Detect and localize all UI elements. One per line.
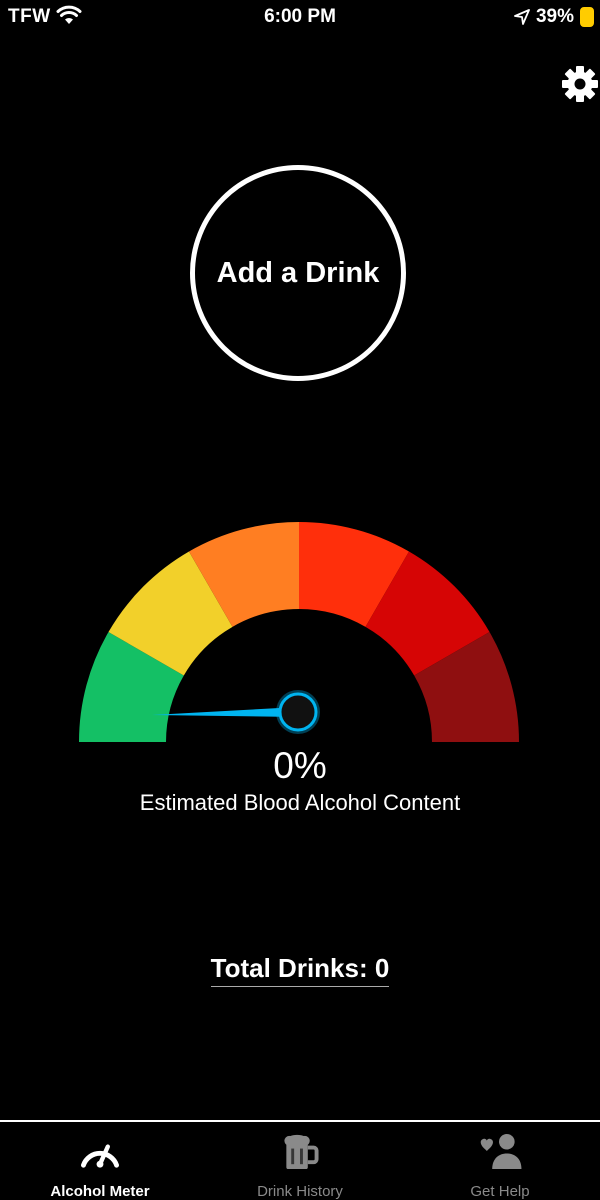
tab-alcohol-meter[interactable]: Alcohol Meter: [0, 1122, 200, 1200]
person-heart-icon: [480, 1133, 522, 1170]
tab-label: Alcohol Meter: [50, 1183, 150, 1200]
tab-bar: Alcohol Meter Drink History Get Help: [0, 1120, 600, 1200]
tab-label: Drink History: [257, 1183, 343, 1200]
battery-percent: 39%: [535, 6, 574, 27]
tab-label: Get Help: [470, 1183, 530, 1200]
tab-get-help[interactable]: Get Help: [400, 1122, 600, 1200]
gauge-needle: [152, 690, 320, 734]
bac-label: Estimated Blood Alcohol Content: [139, 790, 461, 815]
status-bar: TFW 6:00 PM 39%: [0, 0, 600, 36]
bac-value: 0%: [273, 745, 327, 786]
total-drinks-row: Total Drinks: 0: [0, 953, 600, 987]
settings-button[interactable]: [560, 62, 600, 106]
add-drink-label: Add a Drink: [216, 256, 380, 289]
add-drink-button[interactable]: Add a Drink: [190, 165, 406, 381]
beer-mug-icon: [284, 1134, 319, 1170]
speedometer-icon: [80, 1144, 120, 1168]
right-status-group: 39%: [514, 4, 594, 30]
clock: 6:00 PM: [264, 6, 336, 27]
battery-icon: [580, 7, 594, 27]
gear-icon: [562, 66, 598, 102]
total-drinks-link[interactable]: Total Drinks: 0: [210, 953, 390, 987]
location-arrow-icon: [514, 9, 530, 25]
bac-gauge: [79, 522, 519, 742]
needle-hub: [278, 692, 318, 732]
tab-drink-history[interactable]: Drink History: [200, 1122, 400, 1200]
